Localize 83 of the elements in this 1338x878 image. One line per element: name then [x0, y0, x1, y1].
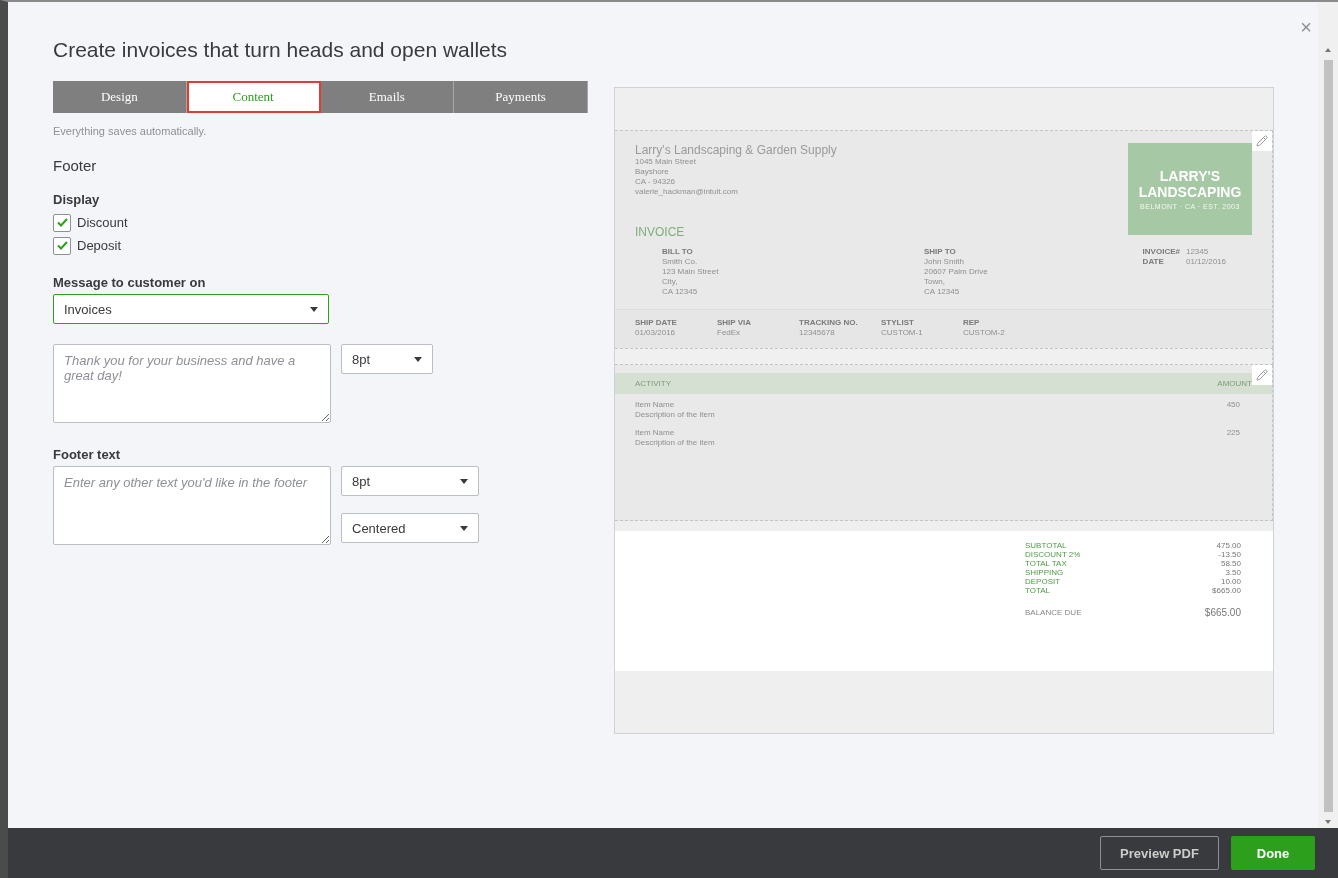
- address-line: John Smith: [924, 257, 965, 267]
- total-label: SUBTOTAL: [1025, 541, 1067, 550]
- meta-value: 12345: [1185, 247, 1209, 257]
- check-icon: [56, 241, 68, 250]
- footer-text-label: Footer text: [53, 447, 122, 462]
- total-label: TOTAL: [1025, 586, 1051, 595]
- tab[interactable]: Payments: [454, 81, 588, 113]
- column-header: ACTIVITY: [635, 379, 671, 388]
- edit-button[interactable]: [1252, 131, 1272, 151]
- field-label: STYLIST: [881, 318, 914, 328]
- preview-pdf-button[interactable]: Preview PDF: [1100, 836, 1219, 870]
- meta-label: DATE: [1142, 257, 1164, 267]
- total-value: $665.00: [1212, 586, 1241, 595]
- pencil-icon: [1256, 369, 1268, 381]
- autosave-note: Everything saves automatically.: [53, 125, 208, 137]
- close-button[interactable]: ×: [1300, 16, 1312, 39]
- address-line: valerie_hackman@intuit.com: [635, 187, 738, 197]
- item-name: Item Name: [635, 428, 675, 438]
- balance-value: $665.00: [1204, 607, 1241, 618]
- section-title: Footer: [53, 157, 98, 174]
- message-label: Message to customer on: [53, 275, 207, 290]
- address-line: 1045 Main Street: [635, 157, 696, 167]
- address-line: 20607 Palm Drive: [924, 267, 988, 277]
- address-line: City,: [662, 277, 678, 287]
- field-label: TRACKING NO.: [799, 318, 858, 328]
- field-label: SHIP VIA: [717, 318, 752, 328]
- message-field[interactable]: Thank you for your business and have a great day!: [53, 344, 331, 423]
- address-line: CA 12345: [924, 287, 960, 297]
- total-value: 3.50: [1225, 568, 1241, 577]
- field-value: 12345678: [799, 328, 835, 338]
- balance-label: BALANCE DUE: [1025, 607, 1082, 618]
- field-label: SHIP DATE: [635, 318, 677, 328]
- pencil-icon: [1256, 135, 1268, 147]
- check-icon: [56, 218, 68, 227]
- field-label: REP: [963, 318, 980, 328]
- field-value: 01/03/2016: [635, 328, 676, 338]
- logo-text: LARRY'S: [1159, 168, 1221, 184]
- column-header: AMOUNT: [1217, 379, 1252, 388]
- tab[interactable]: Content: [186, 81, 321, 113]
- edit-button[interactable]: [1252, 365, 1272, 385]
- checkbox-label: Discount: [77, 215, 128, 230]
- alignment-dropdown[interactable]: Centered: [341, 513, 479, 543]
- logo-text: LANDSCAPING: [1138, 184, 1242, 200]
- company-name: Larry's Landscaping & Garden Supply: [635, 143, 838, 157]
- item-amount: 450: [1226, 400, 1240, 411]
- dialog-title: Create invoices that turn heads and open wallets: [53, 38, 509, 62]
- address-line: Bayshore: [635, 167, 669, 177]
- item-amount: 225: [1226, 428, 1240, 439]
- address-line: CA 12345: [662, 287, 698, 297]
- bill-to-label: BILL TO: [662, 247, 693, 257]
- display-label: Display: [53, 192, 101, 207]
- total-label: DISCOUNT 2%: [1025, 550, 1081, 559]
- font-size-dropdown[interactable]: 8pt: [341, 344, 433, 374]
- checkbox-label: Deposit: [77, 238, 122, 253]
- ship-to-label: SHIP TO: [924, 247, 956, 257]
- font-size-dropdown[interactable]: 8pt: [341, 466, 479, 496]
- field-value: CUSTOM-2: [963, 328, 1005, 338]
- done-button[interactable]: Done: [1231, 836, 1315, 870]
- item-description: Description of the item: [635, 410, 715, 420]
- address-line: Smith Co.: [662, 257, 698, 267]
- tab[interactable]: Design: [53, 81, 187, 113]
- total-value: 475.00: [1216, 541, 1241, 550]
- total-value: 58.50: [1220, 559, 1241, 568]
- address-line: CA - 94326: [635, 177, 676, 187]
- field-value: FedEx: [717, 328, 741, 338]
- tab[interactable]: Emails: [320, 81, 455, 113]
- total-label: DEPOSIT: [1025, 577, 1061, 586]
- total-label: SHIPPING: [1025, 568, 1064, 577]
- address-line: Town,: [924, 277, 945, 287]
- address-line: 123 Main Street: [662, 267, 719, 277]
- item-description: Description of the item: [635, 438, 715, 448]
- checkbox[interactable]: [53, 213, 71, 232]
- item-name: Item Name: [635, 400, 675, 410]
- total-value: 10.00: [1220, 577, 1241, 586]
- meta-value: 01/12/2016: [1185, 257, 1226, 267]
- footer-text-field[interactable]: Enter any other text you'd like in the footer: [53, 466, 331, 545]
- meta-label: INVOICE#: [1142, 247, 1180, 257]
- checkbox[interactable]: [53, 236, 71, 255]
- total-value: -13.50: [1218, 550, 1241, 559]
- total-label: TOTAL TAX: [1025, 559, 1067, 568]
- message-dropdown[interactable]: Invoices: [53, 294, 329, 324]
- field-value: CUSTOM-1: [881, 328, 923, 338]
- invoice-heading: INVOICE: [635, 225, 686, 239]
